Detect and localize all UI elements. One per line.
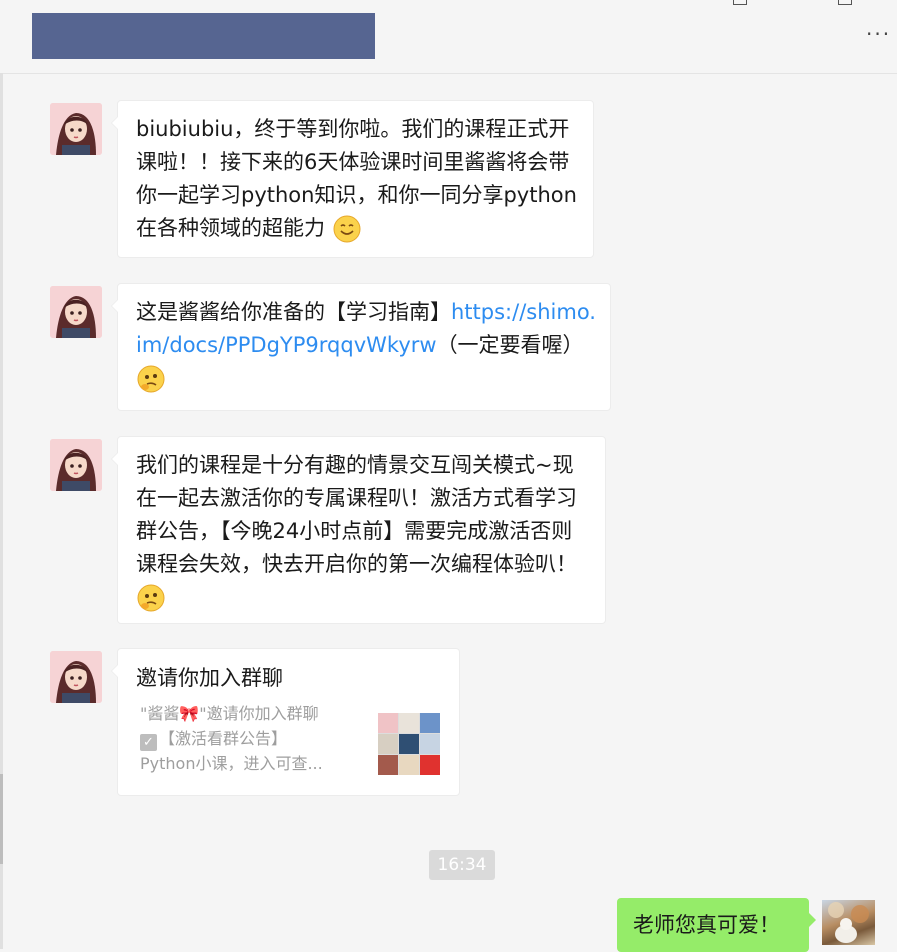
invite-line-1: "酱酱🎀"邀请你加入群聊 <box>140 704 319 723</box>
group-avatar-grid <box>378 713 440 775</box>
chat-header: ··· <box>0 0 897 74</box>
message-text-span: 这是酱酱给你准备的【学习指南】 <box>136 300 451 324</box>
message-text: 我们的课程是十分有趣的情景交互闯关模式~现在一起去激活你的专属课程叭！激活方式看… <box>136 449 591 614</box>
avatar[interactable] <box>50 439 102 491</box>
member-avatar <box>420 713 440 733</box>
my-message-text: 老师您真可爱！ <box>633 913 780 937</box>
minimize-icon[interactable] <box>838 0 852 5</box>
my-avatar[interactable] <box>822 900 875 945</box>
member-avatar <box>378 734 398 754</box>
invite-line-3: Python小课，进入可查... <box>140 754 323 773</box>
thinking-emoji-icon <box>137 584 165 612</box>
member-avatar <box>399 713 419 733</box>
message-text: biubiubiu，终于等到你啦。我们的课程正式开课啦！！接下来的6天体验课时间… <box>136 113 579 245</box>
group-invite-card[interactable]: 邀请你加入群聊 "酱酱🎀"邀请你加入群聊 ✓ 【激活看群公告】 Python小课，… <box>111 648 460 796</box>
invite-card-title: 邀请你加入群聊 <box>136 666 283 690</box>
message-text: 这是酱酱给你准备的【学习指南】https://shimo.im/docs/PPD… <box>136 296 596 395</box>
member-avatar <box>378 755 398 775</box>
message-text-span: （一定要看喔） <box>436 333 584 357</box>
invite-line-2-text: 【激活看群公告】 <box>159 729 288 748</box>
pin-icon[interactable] <box>733 0 747 5</box>
member-avatar <box>420 734 440 754</box>
invite-card-description: "酱酱🎀"邀请你加入群聊 ✓ 【激活看群公告】 Python小课，进入可查... <box>140 701 355 776</box>
my-message-bubble[interactable]: 老师您真可爱！ <box>617 898 816 952</box>
avatar[interactable] <box>50 651 102 703</box>
message-bubble[interactable]: biubiubiu，终于等到你啦。我们的课程正式开课啦！！接下来的6天体验课时间… <box>111 100 594 258</box>
smile-emoji-icon <box>333 215 361 243</box>
member-avatar <box>399 755 419 775</box>
scrollbar-thumb[interactable] <box>0 774 3 864</box>
message-text-span: 我们的课程是十分有趣的情景交互闯关模式~现在一起去激活你的专属课程叭！激活方式看… <box>136 453 577 576</box>
chat-title-redacted <box>32 13 375 59</box>
member-avatar <box>378 713 398 733</box>
avatar[interactable] <box>50 103 102 155</box>
more-options-button[interactable]: ··· <box>866 24 891 44</box>
timestamp-badge: 16:34 <box>429 850 495 880</box>
invite-line-2: ✓ 【激活看群公告】 <box>140 726 355 751</box>
checkbox-icon: ✓ <box>140 734 157 751</box>
avatar[interactable] <box>50 286 102 338</box>
message-bubble[interactable]: 这是酱酱给你准备的【学习指南】https://shimo.im/docs/PPD… <box>111 283 611 411</box>
member-avatar <box>399 734 419 754</box>
message-bubble[interactable]: 我们的课程是十分有趣的情景交互闯关模式~现在一起去激活你的专属课程叭！激活方式看… <box>111 436 606 624</box>
thinking-emoji-icon <box>137 365 165 393</box>
member-avatar <box>420 755 440 775</box>
